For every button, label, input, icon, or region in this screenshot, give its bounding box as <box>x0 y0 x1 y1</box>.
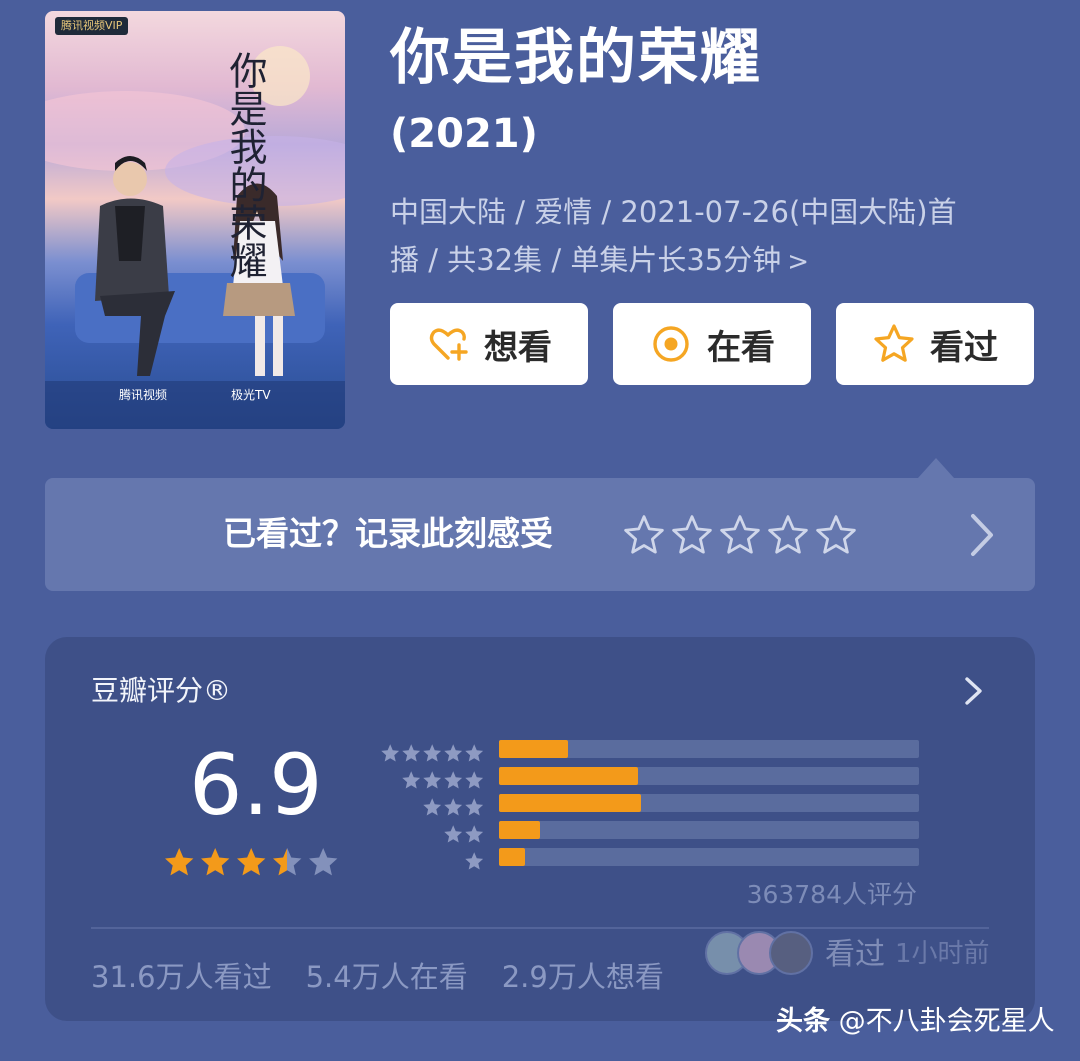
distribution-bar-5 <box>499 740 569 758</box>
want-count: 2.9万人想看 <box>501 960 664 994</box>
watched-label: 看过 <box>930 327 998 368</box>
watched-count: 31.6万人看过 <box>91 960 272 994</box>
distribution-star-icon <box>423 744 442 762</box>
distribution-star-icon <box>423 771 442 789</box>
page-title: 你是我的荣耀 <box>390 23 762 93</box>
watched-button[interactable]: 看过 <box>836 303 1034 385</box>
distribution-star-icon <box>444 798 463 816</box>
release-year: (2021) <box>390 111 538 157</box>
distribution-star-icon <box>423 798 442 816</box>
audience-counts: 31.6万人看过 5.4万人在看 2.9万人想看 <box>91 955 664 999</box>
watching-label: 在看 <box>707 327 775 368</box>
recent-activity[interactable]: 看过 1小时前 <box>705 929 990 975</box>
watching-count: 5.4万人在看 <box>305 960 468 994</box>
chevron-right-icon: > <box>787 247 810 277</box>
distribution-bar-track <box>499 794 919 812</box>
score-star-3-icon <box>237 848 266 876</box>
rating-distribution <box>375 739 921 874</box>
record-bar-pointer <box>918 458 954 478</box>
rate-star-2-icon[interactable] <box>671 514 713 556</box>
distribution-bar-track <box>499 821 919 839</box>
meta-line-2-text: 播 / 共32集 / 单集片长35分钟 <box>390 243 782 277</box>
avatar <box>769 931 813 975</box>
rate-star-1-icon[interactable] <box>623 514 665 556</box>
recent-time: 1小时前 <box>895 938 990 969</box>
want-to-watch-button[interactable]: 想看 <box>390 303 588 385</box>
distribution-bar-4 <box>499 767 639 785</box>
score-star-2-icon <box>201 848 230 876</box>
poster-vip-badge: 腾讯视频VIP <box>55 17 129 35</box>
distribution-star-icon <box>465 825 484 843</box>
recent-action: 看过 <box>825 937 885 972</box>
distribution-bar-1 <box>499 848 526 866</box>
poster-calligraphy-title: 你是我的荣耀 <box>223 51 267 279</box>
distribution-star-icon <box>465 798 484 816</box>
distribution-bar-2 <box>499 821 541 839</box>
poster-brand-tencent: 腾讯视频 <box>119 388 168 402</box>
source-watermark: 头条 @不八卦会死星人 <box>776 1002 1055 1042</box>
watermark-author: @不八卦会死星人 <box>838 1006 1055 1037</box>
distribution-star-icon <box>444 825 463 843</box>
distribution-bar-track <box>499 848 919 866</box>
distribution-row-2 <box>375 820 921 847</box>
chevron-right-icon <box>971 514 993 556</box>
distribution-stars-4 <box>402 771 484 789</box>
movie-meta[interactable]: 中国大陆 / 爱情 / 2021-07-26(中国大陆)首 播 / 共32集 /… <box>390 188 1010 286</box>
distribution-star-icon <box>402 771 421 789</box>
vote-count[interactable]: 363784人评分 <box>675 877 917 913</box>
star-outline-icon <box>874 324 914 362</box>
distribution-stars-5 <box>381 744 484 762</box>
distribution-star-icon <box>381 744 400 762</box>
rate-star-3-icon[interactable] <box>719 514 761 556</box>
distribution-row-4 <box>375 766 921 793</box>
distribution-stars-2 <box>444 825 484 843</box>
distribution-row-1 <box>375 847 921 874</box>
distribution-bar-track <box>499 740 919 758</box>
want-to-watch-label: 想看 <box>484 327 552 368</box>
target-icon <box>653 326 689 362</box>
distribution-star-icon <box>444 771 463 789</box>
distribution-row-3 <box>375 793 921 820</box>
score-star-4-icon <box>273 848 302 876</box>
meta-line-1: 中国大陆 / 爱情 / 2021-07-26(中国大陆)首 <box>390 195 957 229</box>
distribution-bar-track <box>499 767 919 785</box>
heart-plus-icon <box>429 328 468 361</box>
distribution-stars-3 <box>423 798 484 816</box>
poster-image[interactable]: 腾讯视频VIP 你是我的荣耀 腾讯视频 极光TV <box>45 11 345 429</box>
distribution-star-icon <box>465 744 484 762</box>
distribution-star-icon <box>465 852 484 870</box>
distribution-star-icon <box>402 744 421 762</box>
score-stars <box>165 848 338 876</box>
score-star-5-icon <box>309 848 338 876</box>
meta-line-2: 播 / 共32集 / 单集片长35分钟 > <box>390 236 1010 286</box>
rating-score: 6.9 <box>189 736 323 834</box>
watermark-source: 头条 <box>776 1006 830 1037</box>
rate-star-5-icon[interactable] <box>815 514 857 556</box>
poster-brand-jiguang: 极光TV <box>231 388 271 402</box>
douban-rating-label: 豆瓣评分® <box>91 674 232 707</box>
distribution-stars-1 <box>465 852 484 870</box>
distribution-star-icon <box>465 771 484 789</box>
distribution-row-5 <box>375 739 921 766</box>
douban-rating-card[interactable]: 豆瓣评分® 6.9 363784人评分 看过 1小时前 31.6万人看过 5.4… <box>45 637 1035 1021</box>
rate-star-4-icon[interactable] <box>767 514 809 556</box>
distribution-star-icon <box>444 744 463 762</box>
record-feeling-bar[interactable]: 已看过？记录此刻感受 <box>45 478 1035 591</box>
distribution-bar-3 <box>499 794 641 812</box>
score-star-1-icon <box>165 848 194 876</box>
rate-stars[interactable] <box>623 514 857 556</box>
chevron-right-icon[interactable] <box>963 675 985 707</box>
record-feeling-text: 已看过？记录此刻感受 <box>223 514 553 553</box>
avatar-stack <box>705 929 815 975</box>
watching-button[interactable]: 在看 <box>613 303 811 385</box>
